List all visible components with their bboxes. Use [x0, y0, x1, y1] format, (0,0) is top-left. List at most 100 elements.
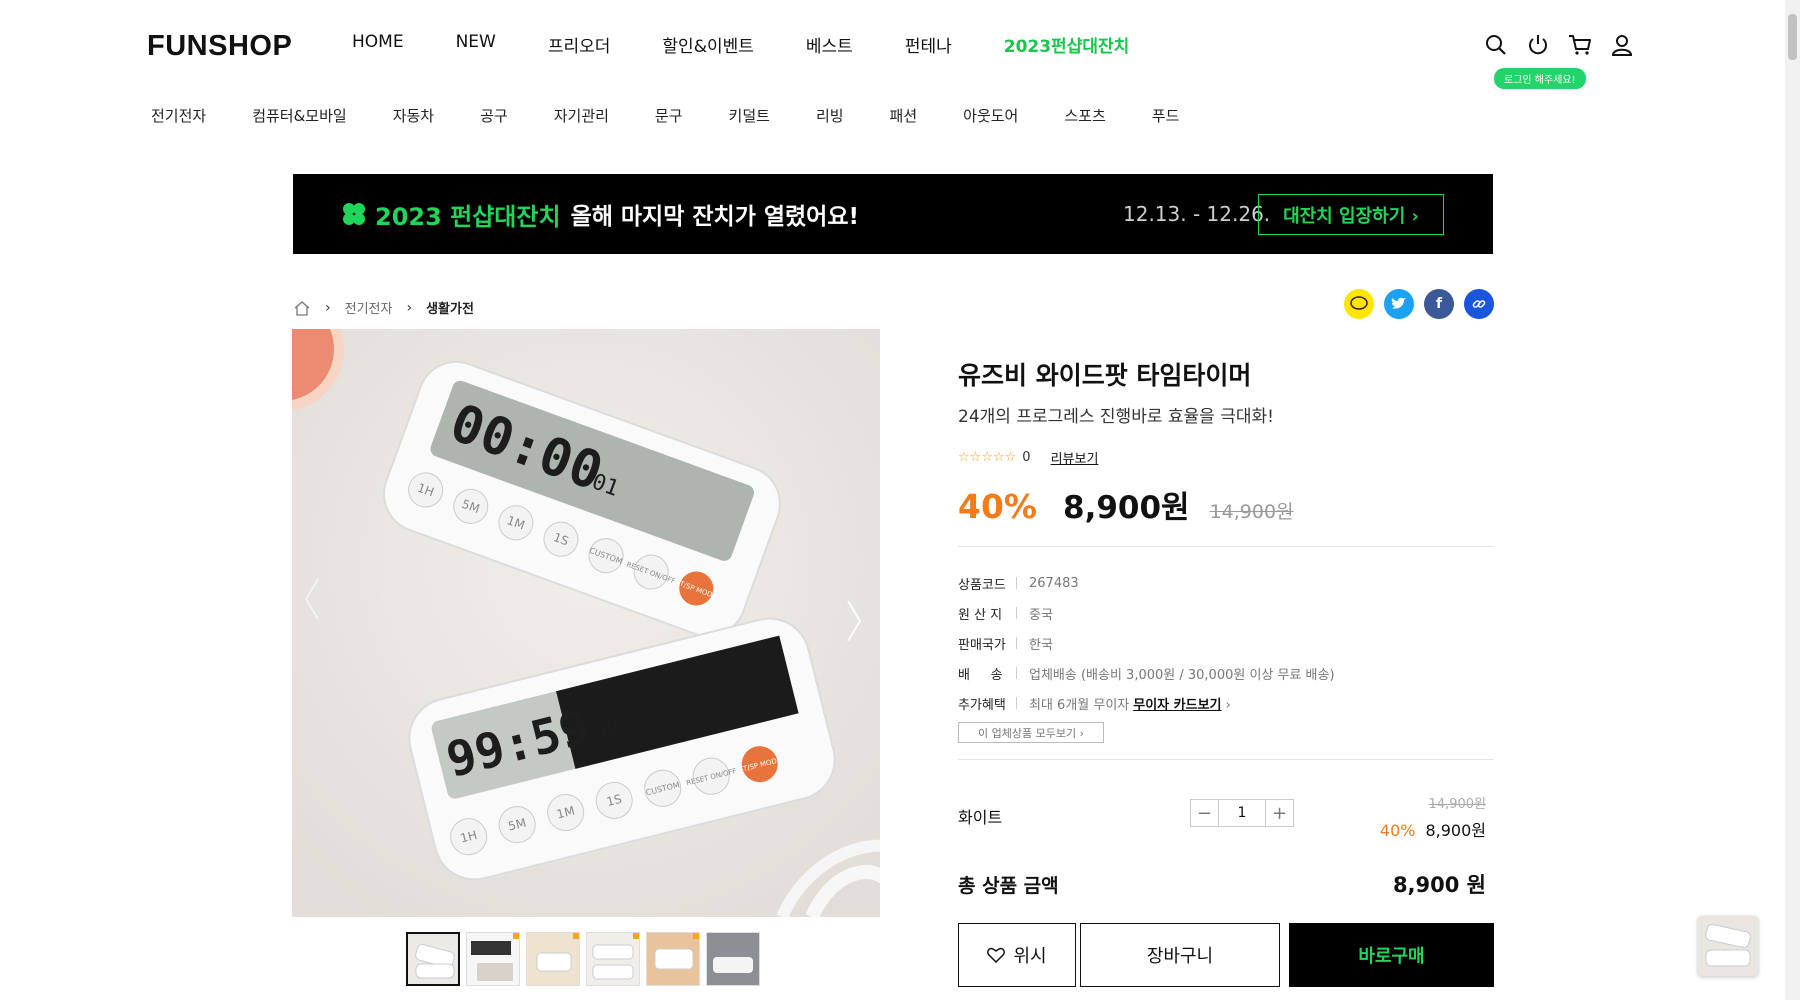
nav-festival[interactable]: 2023펀샵대잔치	[1004, 32, 1130, 57]
product-thumbnail[interactable]	[466, 932, 520, 986]
card-benefit-link[interactable]: 무이자 카드보기 ›	[1133, 694, 1231, 713]
breadcrumb-separator: ›	[406, 299, 413, 316]
search-icon[interactable]	[1484, 33, 1508, 57]
product-subtitle: 24개의 프로그레스 진행바로 효율을 극대화!	[958, 407, 1274, 427]
category-item[interactable]: 패션	[890, 105, 918, 126]
spec-list: 상품코드 267483 원 산 지 중국 판매국가 한국 배 송 업체배송 (배송비 3…	[958, 568, 1335, 718]
share-buttons: f	[1344, 289, 1494, 319]
clover-icon	[343, 203, 365, 225]
category-item[interactable]: 리빙	[816, 105, 844, 126]
nav-home[interactable]: HOME	[352, 32, 404, 57]
increase-button[interactable]: +	[1266, 800, 1293, 826]
decrease-button[interactable]: −	[1191, 800, 1218, 826]
wish-button[interactable]: 위시	[958, 923, 1076, 987]
power-icon[interactable]	[1526, 33, 1550, 57]
banner-text: 올해 마지막 잔치가 열렸어요!	[570, 204, 859, 230]
category-item[interactable]: 키덜트	[729, 105, 770, 126]
spec-key: 추가혜택	[958, 697, 1006, 713]
rating: ☆ ☆ ☆ ☆ ☆ 0 리뷰보기	[958, 448, 1098, 467]
product-thumbnail[interactable]	[526, 932, 580, 986]
spec-row: 배 송 업체배송 (배송비 3,000원 / 30,000원 이상 무료 배송)	[958, 658, 1335, 688]
breadcrumb-level1[interactable]: 전기전자	[345, 298, 393, 317]
seller-all-products-button[interactable]: 이 업체상품 모두보기 ›	[958, 722, 1104, 743]
divider	[958, 759, 1494, 760]
nav-best[interactable]: 베스트	[806, 32, 853, 57]
review-link[interactable]: 리뷰보기	[1051, 448, 1099, 467]
facebook-share-icon[interactable]: f	[1424, 289, 1454, 319]
option-discount: 40%	[1379, 821, 1416, 840]
kakao-share-icon[interactable]	[1344, 289, 1374, 319]
nav-preorder[interactable]: 프리오더	[548, 32, 611, 57]
nav-new[interactable]: NEW	[456, 32, 496, 57]
product-thumbnail[interactable]	[406, 932, 460, 986]
original-price: 14,900원	[1209, 501, 1294, 523]
product-thumbnail[interactable]	[706, 932, 760, 986]
star-icon: ☆	[958, 450, 970, 465]
product-main-image[interactable]: 00:00 01 1H 5M 1M 1S CUSTOM RESET ON/OFF…	[292, 329, 880, 917]
product-title: 유즈비 와이드팟 타임타이머	[958, 361, 1252, 390]
heart-icon	[987, 947, 1006, 963]
breadcrumb-level2[interactable]: 생활가전	[426, 298, 474, 317]
banner-date: 12.13. - 12.26.	[1123, 202, 1271, 226]
breadcrumb-separator: ›	[325, 299, 331, 316]
spec-row: 추가혜택 최대 6개월 무이자 무이자 카드보기 ›	[958, 688, 1335, 718]
festival-banner[interactable]: 2023 펀샵대잔치 올해 마지막 잔치가 열렸어요! 12.13. - 12.…	[293, 174, 1493, 254]
page-scrollbar[interactable]	[1785, 0, 1800, 1000]
spec-key: 원 산 지	[958, 607, 1003, 623]
discount-rate: 40%	[958, 487, 1037, 526]
total-value: 8,900 원	[1392, 873, 1486, 897]
star-icon: ☆	[992, 450, 1005, 465]
category-item[interactable]: 푸드	[1152, 105, 1180, 126]
category-item[interactable]: 스포츠	[1064, 105, 1105, 126]
nav-funtena[interactable]: 펀테나	[905, 32, 952, 57]
user-icon[interactable]	[1610, 33, 1634, 57]
category-nav: 전기전자 컴퓨터&모바일 자동차 공구 자기관리 문구 키덜트 리빙 패션 아웃…	[151, 105, 1225, 126]
sale-price: 8,900원	[1063, 490, 1190, 526]
total-label: 총 상품 금액	[958, 875, 1059, 897]
star-icon: ☆	[981, 450, 993, 465]
spec-value: 중국	[1029, 607, 1053, 623]
nav-sale-event[interactable]: 할인&이벤트	[662, 32, 753, 57]
quantity-input[interactable]: 1	[1218, 800, 1266, 826]
spec-key: 배 송	[958, 667, 1003, 683]
spec-value: 한국	[1029, 637, 1053, 653]
add-to-cart-button[interactable]: 장바구니	[1080, 923, 1280, 987]
site-logo[interactable]: FUNSHOP	[147, 30, 292, 63]
option-sale-price: 8,900원	[1425, 821, 1486, 840]
cart-icon[interactable]	[1568, 33, 1592, 57]
option-original-price: 14,900원	[1428, 797, 1486, 812]
wish-label: 위시	[1013, 946, 1047, 967]
spec-value: 최대 6개월 무이자	[1029, 697, 1130, 713]
spec-row: 원 산 지 중국	[958, 598, 1335, 628]
recent-product-thumbnail[interactable]	[1698, 916, 1758, 976]
main-nav: HOME NEW 프리오더 할인&이벤트 베스트 펀테나 2023펀샵대잔치	[352, 32, 1181, 57]
star-icon: ☆	[1004, 450, 1017, 465]
banner-title: 2023 펀샵대잔치	[375, 202, 561, 231]
login-tooltip[interactable]: 로그인 해주세요!	[1494, 68, 1586, 89]
banner-enter-button[interactable]: 대잔치 입장하기 ›	[1258, 194, 1444, 235]
category-item[interactable]: 아웃도어	[963, 105, 1018, 126]
divider	[958, 546, 1494, 547]
star-icon: ☆	[969, 450, 982, 465]
category-item[interactable]: 자동차	[393, 105, 434, 126]
spec-row: 판매국가 한국	[958, 628, 1335, 658]
price-block: 40% 8,900원 14,900원	[958, 482, 1294, 527]
category-item[interactable]: 공구	[480, 105, 508, 126]
utility-icons	[1484, 33, 1634, 57]
product-thumbnail[interactable]	[646, 932, 700, 986]
home-icon[interactable]	[293, 299, 311, 317]
spec-key: 판매국가	[958, 637, 1006, 653]
category-item[interactable]: 전기전자	[151, 105, 206, 126]
twitter-share-icon[interactable]	[1384, 289, 1414, 319]
category-item[interactable]: 자기관리	[554, 105, 609, 126]
product-thumbnail[interactable]	[586, 932, 640, 986]
spec-row: 상품코드 267483	[958, 568, 1335, 598]
category-item[interactable]: 문구	[655, 105, 683, 126]
category-item[interactable]: 컴퓨터&모바일	[252, 105, 347, 126]
buy-now-button[interactable]: 바로구매	[1289, 923, 1494, 987]
spec-value: 업체배송 (배송비 3,000원 / 30,000원 이상 무료 배송)	[1029, 667, 1335, 683]
link-copy-icon[interactable]	[1464, 289, 1494, 319]
timer-product-photo: 00:00 01 1H 5M 1M 1S CUSTOM RESET ON/OFF…	[292, 329, 880, 917]
option-name: 화이트	[958, 808, 1003, 827]
quantity-stepper: − 1 +	[1190, 799, 1294, 827]
